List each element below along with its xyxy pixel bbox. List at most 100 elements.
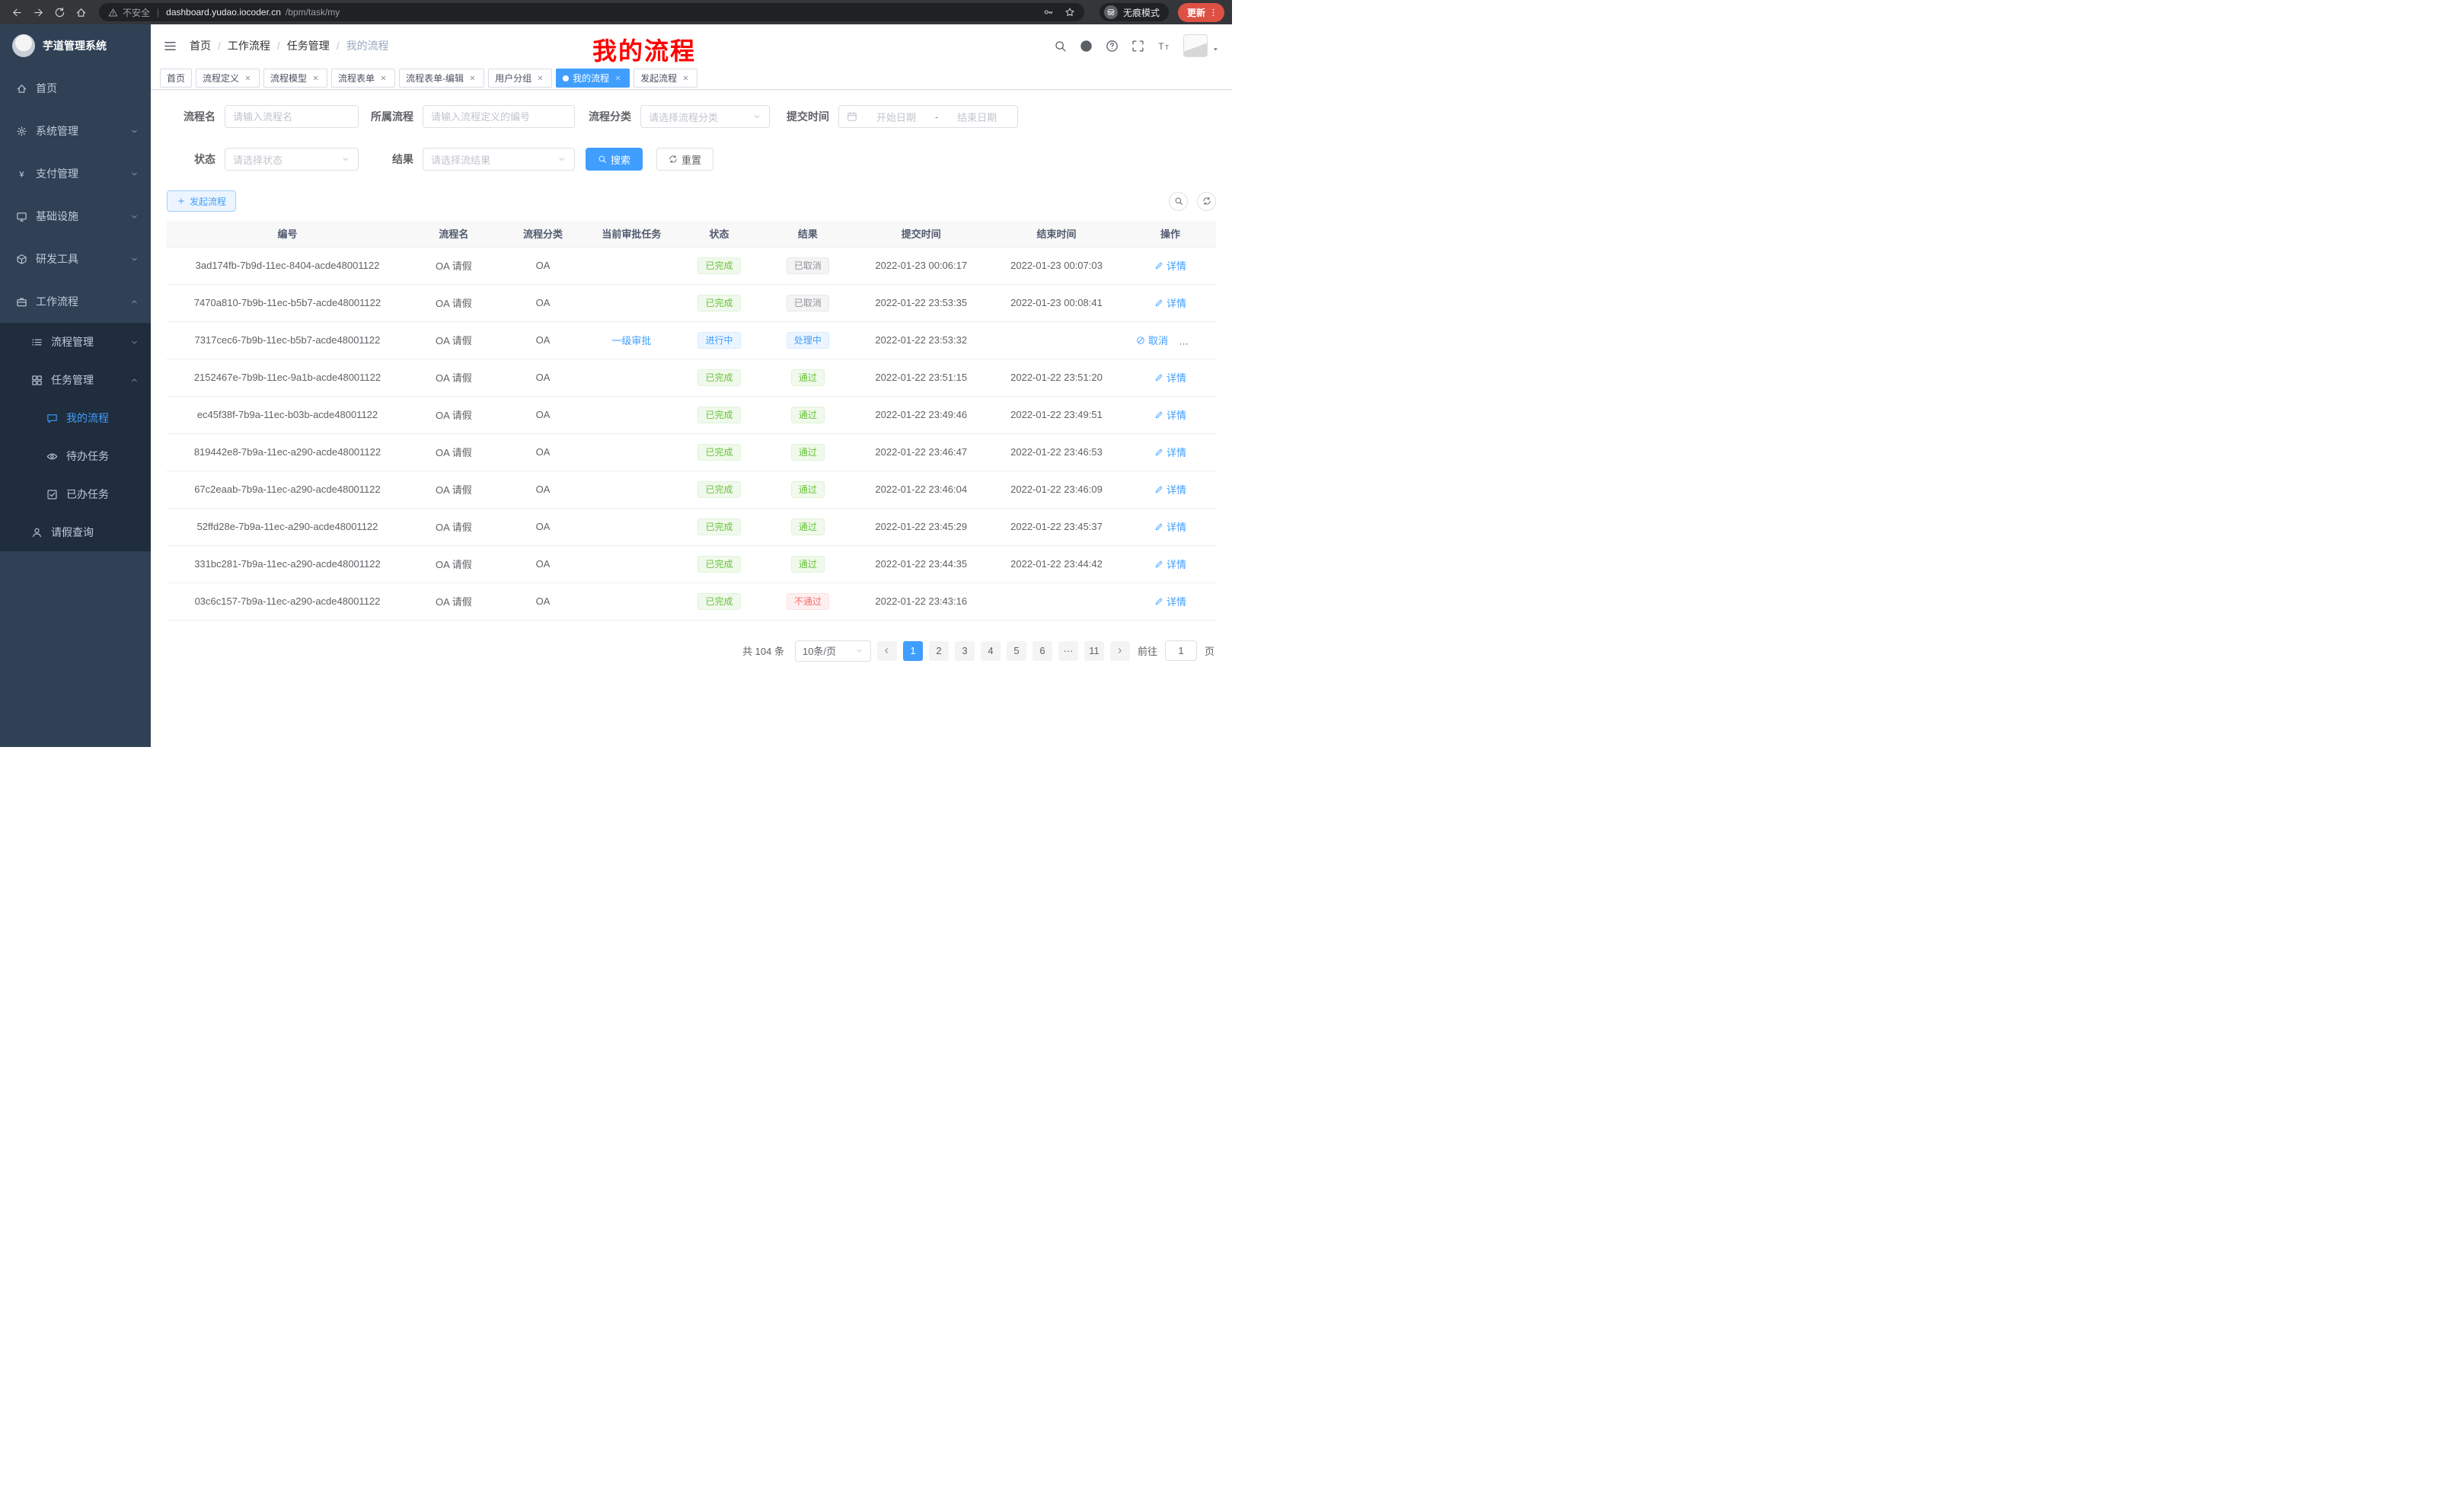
svg-text:T: T — [1158, 41, 1163, 51]
chevron-down-icon — [752, 112, 761, 121]
page-button[interactable]: 4 — [981, 641, 1001, 661]
forward-icon[interactable] — [29, 3, 47, 21]
key-icon[interactable] — [1043, 7, 1054, 18]
page-size-select[interactable]: 10条/页 — [795, 640, 871, 662]
font-size-icon[interactable]: TT — [1157, 40, 1170, 53]
refresh-table-button[interactable] — [1197, 192, 1216, 211]
sidebar-item-system-mgmt[interactable]: 系统管理 — [0, 110, 151, 152]
detail-link[interactable]: 详情 — [1154, 482, 1186, 496]
detail-link[interactable]: 详情 — [1154, 407, 1186, 422]
category-select[interactable]: 请选择流程分类 — [640, 105, 770, 128]
tab-3[interactable]: 流程表单 — [331, 69, 395, 88]
close-icon[interactable] — [243, 73, 253, 83]
page-button[interactable]: 2 — [929, 641, 949, 661]
edit-icon — [1154, 410, 1163, 420]
cell-submit-time: 2022-01-22 23:51:15 — [854, 359, 988, 396]
toggle-search-button[interactable] — [1169, 192, 1188, 211]
column-header: 结束时间 — [988, 221, 1125, 247]
incognito-badge[interactable]: 无痕模式 — [1100, 3, 1169, 21]
sidebar-item-workflow[interactable]: 工作流程 — [0, 280, 151, 323]
sidebar-item-payment-mgmt[interactable]: ¥支付管理 — [0, 152, 151, 195]
app-logo[interactable]: 芋道管理系统 — [0, 24, 151, 67]
grid-icon — [30, 375, 43, 386]
svg-text:¥: ¥ — [18, 170, 24, 179]
tab-7[interactable]: 发起流程 — [634, 69, 697, 88]
navbar-right: TT — [1054, 34, 1220, 57]
cell-submit-time: 2022-01-22 23:53:35 — [854, 284, 988, 321]
address-bar[interactable]: 不安全 | dashboard.yudao.iocoder.cn/bpm/tas… — [99, 3, 1084, 21]
detail-link[interactable]: 详情 — [1154, 445, 1186, 459]
result-select[interactable]: 请选择流结果 — [423, 148, 575, 171]
tab-1[interactable]: 流程定义 — [196, 69, 260, 88]
sidebar-item-leave-query[interactable]: 请假查询 — [0, 513, 151, 551]
tab-4[interactable]: 流程表单-编辑 — [399, 69, 484, 88]
detail-link[interactable]: 详情 — [1154, 594, 1186, 608]
close-icon[interactable] — [535, 73, 545, 83]
detail-link[interactable]: 详情 — [1154, 258, 1186, 273]
update-button[interactable]: 更新 — [1178, 3, 1224, 22]
tab-0[interactable]: 首页 — [160, 69, 192, 88]
detail-link[interactable]: 详情 — [1154, 519, 1186, 534]
tab-6[interactable]: 我的流程 — [556, 69, 630, 88]
back-icon[interactable] — [8, 3, 26, 21]
result-badge: 已取消 — [787, 257, 829, 274]
status-select[interactable]: 请选择状态 — [225, 148, 359, 171]
page-button[interactable]: 6 — [1033, 641, 1052, 661]
column-header: 流程分类 — [500, 221, 586, 247]
create-process-button[interactable]: 发起流程 — [167, 190, 236, 212]
next-page-button[interactable] — [1110, 641, 1130, 661]
prev-page-button[interactable] — [877, 641, 897, 661]
reset-button[interactable]: 重置 — [656, 148, 713, 171]
sidebar-item-dev-tools[interactable]: 研发工具 — [0, 238, 151, 280]
close-icon[interactable] — [311, 73, 321, 83]
star-icon[interactable] — [1064, 7, 1075, 18]
sidebar-item-home[interactable]: 首页 — [0, 67, 151, 110]
breadcrumb-item[interactable]: 工作流程 — [228, 38, 270, 53]
detail-link[interactable]: 详情 — [1154, 370, 1186, 385]
detail-link[interactable]: 详情 — [1154, 557, 1186, 571]
fullscreen-icon[interactable] — [1131, 40, 1144, 53]
page-button-active[interactable]: 1 — [903, 641, 923, 661]
task-link[interactable]: 一级审批 — [611, 335, 651, 346]
breadcrumb: 首页/工作流程/任务管理/我的流程 — [190, 38, 389, 53]
sidebar-item-infrastructure[interactable]: 基础设施 — [0, 195, 151, 238]
breadcrumb-item[interactable]: 任务管理 — [287, 38, 330, 53]
sidebar-item-my-process[interactable]: 我的流程 — [0, 399, 151, 437]
cell-name: OA 请假 — [408, 545, 500, 583]
page-button[interactable]: ··· — [1058, 641, 1078, 661]
sidebar-item-done-task[interactable]: 已办任务 — [0, 475, 151, 513]
search-icon[interactable] — [1054, 40, 1067, 53]
goto-page-input[interactable] — [1165, 640, 1197, 661]
home-icon[interactable] — [72, 3, 90, 21]
sidebar-item-task-mgmt[interactable]: 任务管理 — [0, 361, 151, 399]
page-button[interactable]: 11 — [1084, 641, 1104, 661]
cell-end-time: 2022-01-22 23:46:09 — [988, 471, 1125, 508]
caret-down-icon — [1211, 45, 1220, 53]
page-button[interactable]: 3 — [955, 641, 975, 661]
sidebar-toggle-icon[interactable] — [163, 39, 177, 53]
sidebar-item-todo-task[interactable]: 待办任务 — [0, 437, 151, 475]
top-navbar: 首页/工作流程/任务管理/我的流程 TT — [151, 24, 1232, 67]
detail-link[interactable]: 详情 — [1154, 295, 1186, 310]
category-placeholder: 请选择流程分类 — [649, 110, 718, 124]
cell-category: OA — [500, 471, 586, 508]
reload-icon[interactable] — [50, 3, 69, 21]
close-icon[interactable] — [613, 73, 623, 83]
user-avatar[interactable] — [1183, 34, 1220, 57]
cell-submit-time: 2022-01-22 23:53:32 — [854, 321, 988, 359]
page-button[interactable]: 5 — [1007, 641, 1026, 661]
question-icon[interactable] — [1106, 40, 1119, 53]
sidebar-item-process-mgmt[interactable]: 流程管理 — [0, 323, 151, 361]
tab-2[interactable]: 流程模型 — [263, 69, 327, 88]
process-name-input[interactable] — [225, 105, 359, 128]
breadcrumb-item[interactable]: 首页 — [190, 38, 211, 53]
tab-5[interactable]: 用户分组 — [488, 69, 552, 88]
search-button[interactable]: 搜索 — [586, 148, 643, 171]
github-icon[interactable] — [1080, 40, 1093, 53]
parent-process-input[interactable] — [423, 105, 575, 128]
close-icon[interactable] — [681, 73, 691, 83]
close-icon[interactable] — [468, 73, 477, 83]
submit-time-range[interactable]: 开始日期 - 结束日期 — [838, 105, 1018, 128]
cancel-link[interactable]: 取消 — [1136, 333, 1168, 347]
close-icon[interactable] — [378, 73, 388, 83]
